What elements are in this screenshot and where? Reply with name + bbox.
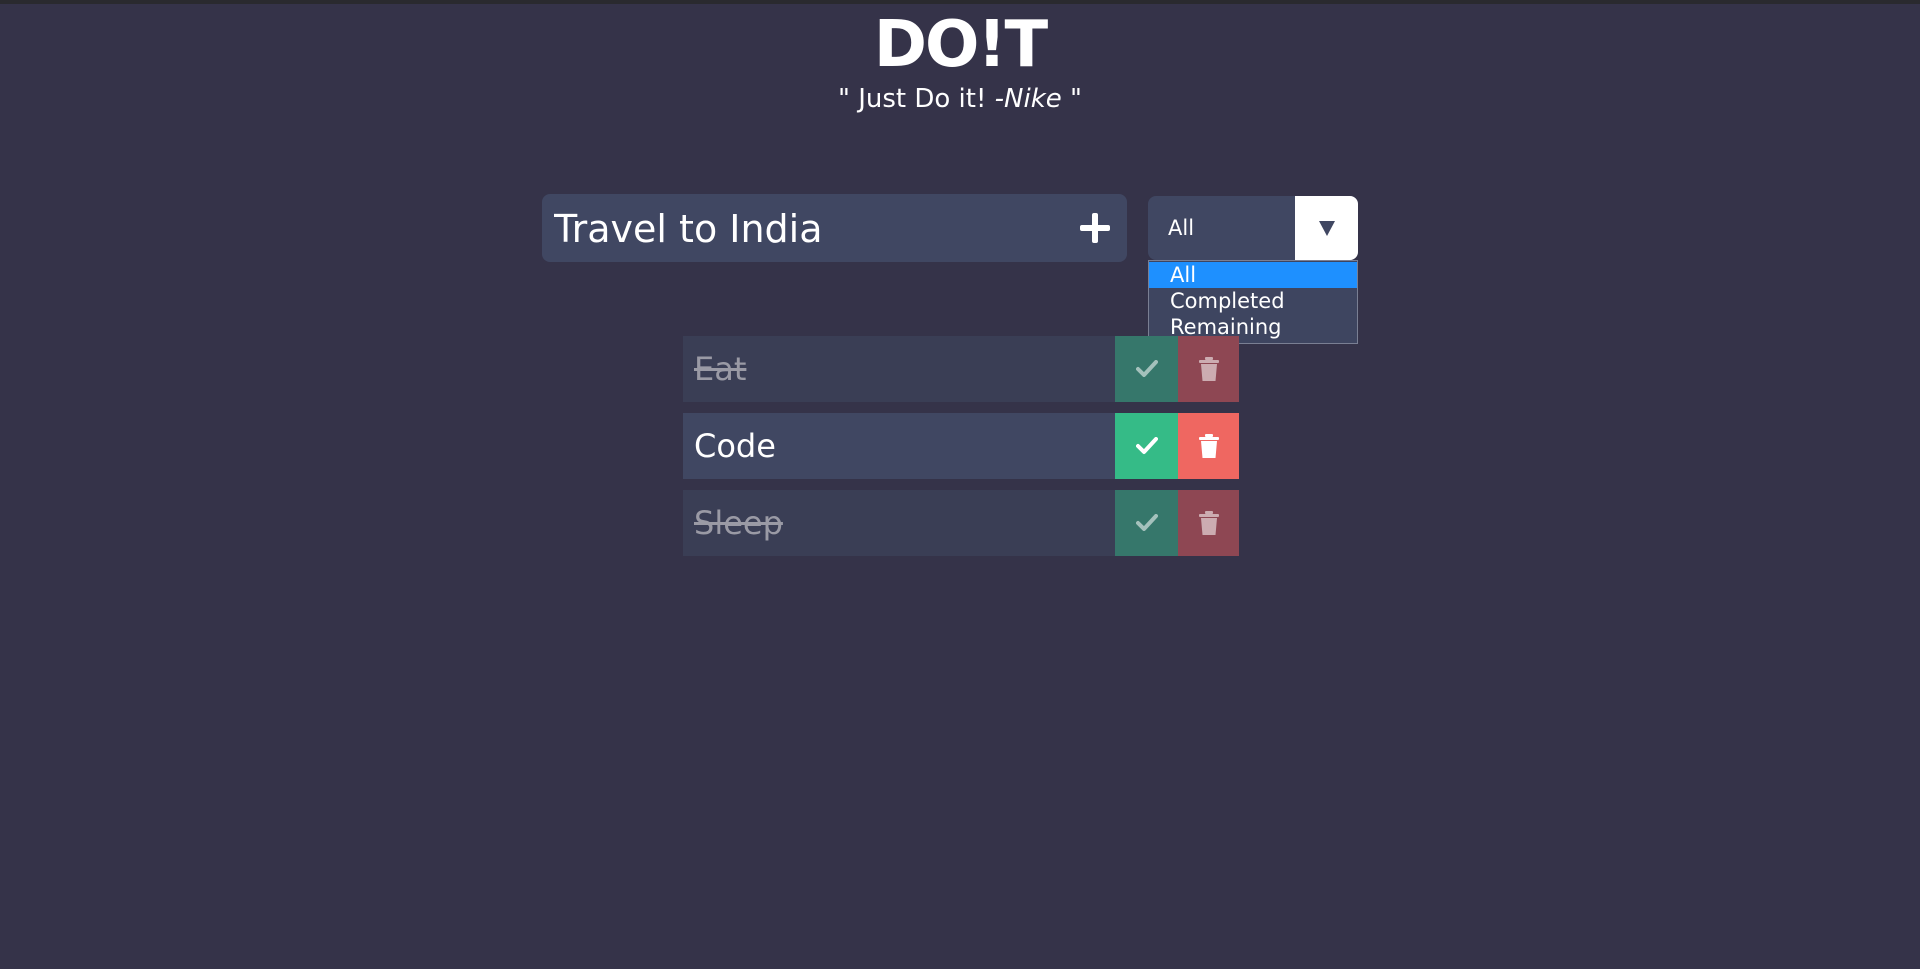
complete-button[interactable] bbox=[1115, 336, 1178, 402]
app-title: DO!T bbox=[873, 8, 1048, 82]
todo-item: Eat bbox=[683, 336, 1239, 402]
delete-button[interactable] bbox=[1178, 490, 1239, 556]
tagline-author: -Nike bbox=[994, 84, 1062, 114]
todo-item: Code bbox=[683, 413, 1239, 479]
tagline-suffix: " bbox=[1061, 84, 1083, 114]
todo-item: Sleep bbox=[683, 490, 1239, 556]
complete-button[interactable] bbox=[1115, 413, 1178, 479]
add-todo-button[interactable] bbox=[1071, 204, 1119, 252]
check-icon bbox=[1115, 413, 1178, 479]
filter-option-completed[interactable]: Completed bbox=[1149, 288, 1357, 314]
complete-button[interactable] bbox=[1115, 490, 1178, 556]
delete-button[interactable] bbox=[1178, 336, 1239, 402]
todo-list: Eat Code Sleep bbox=[683, 336, 1239, 567]
new-todo-form bbox=[542, 194, 1127, 264]
trash-icon bbox=[1178, 336, 1239, 402]
plus-icon bbox=[1080, 213, 1110, 243]
trash-icon bbox=[1178, 413, 1239, 479]
check-icon bbox=[1115, 336, 1178, 402]
todo-text: Sleep bbox=[694, 504, 783, 542]
todo-text: Code bbox=[694, 427, 776, 465]
tagline: " Just Do it! -Nike " bbox=[0, 84, 1920, 114]
filter-select[interactable]: All bbox=[1148, 196, 1358, 260]
trash-icon bbox=[1178, 490, 1239, 556]
tagline-prefix: " Just Do it! bbox=[837, 84, 995, 114]
filter-dropdown: All Completed Remaining bbox=[1148, 260, 1358, 344]
app-header: DO!T " Just Do it! -Nike " bbox=[0, 10, 1920, 114]
top-bar bbox=[0, 0, 1920, 4]
filter-option-all[interactable]: All bbox=[1149, 262, 1357, 288]
caret-down-icon bbox=[1319, 221, 1335, 236]
filter-toggle[interactable] bbox=[1295, 196, 1358, 260]
filter-selected-value: All bbox=[1168, 216, 1195, 240]
check-icon bbox=[1115, 490, 1178, 556]
new-todo-input[interactable] bbox=[552, 194, 1056, 264]
delete-button[interactable] bbox=[1178, 413, 1239, 479]
todo-text: Eat bbox=[694, 350, 747, 388]
